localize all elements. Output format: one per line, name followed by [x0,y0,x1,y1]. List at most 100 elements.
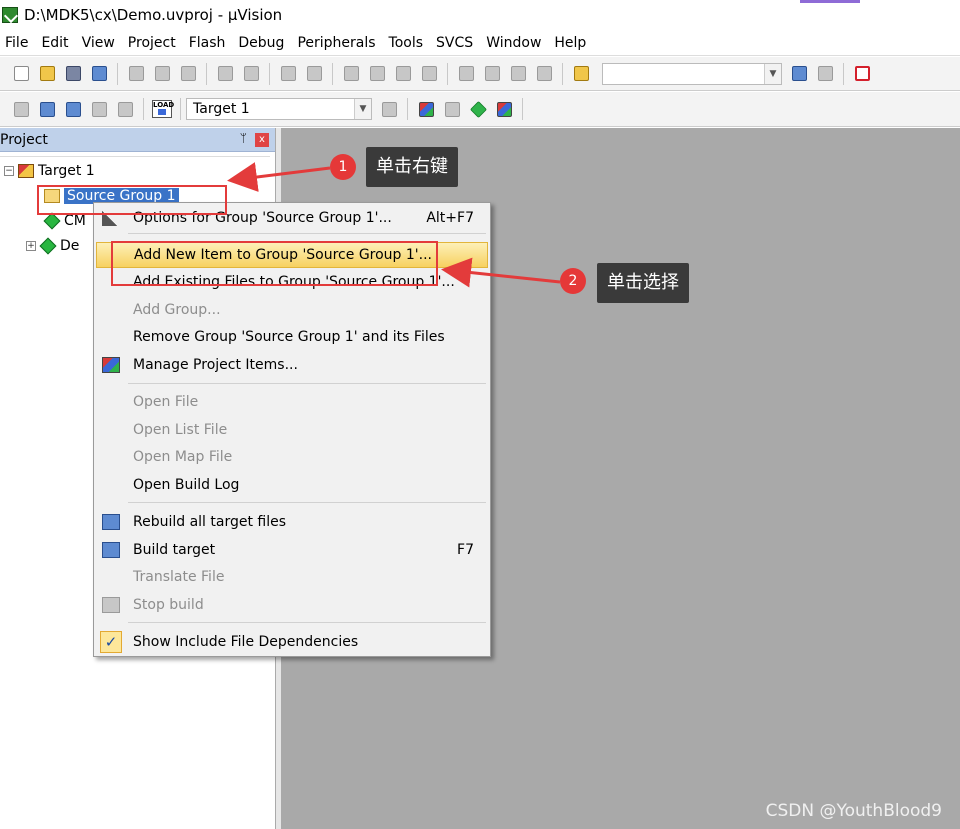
menu-project[interactable]: Project [123,35,184,51]
menu-tools[interactable]: Tools [384,35,432,51]
menu-file[interactable]: File [0,35,36,51]
indent-button[interactable] [455,63,477,85]
checkmark-icon: ✓ [100,631,124,655]
expand-icon[interactable]: + [26,241,36,251]
incremental-find-button[interactable] [814,63,836,85]
ctx-show-include-deps[interactable]: ✓ Show Include File Dependencies [96,629,488,655]
menu-separator [128,502,486,503]
save-icon [65,66,81,81]
uncomment-icon [536,66,552,81]
nav-forward-button[interactable] [303,63,325,85]
collapse-icon[interactable]: − [4,166,14,176]
toolbar-separator [269,62,270,85]
menu-edit[interactable]: Edit [36,35,76,51]
find-in-files-button[interactable] [570,63,592,85]
tree-item-cmsis-label: CM [64,213,86,229]
uncomment-button[interactable] [533,63,555,85]
tree-item-device-label: De [60,238,80,254]
manage-rte-button[interactable] [467,98,489,120]
target-options-button[interactable] [378,98,400,120]
paste-icon [180,66,196,81]
save-all-button[interactable] [88,63,110,85]
ctx-add-group[interactable]: Add Group... [96,297,488,323]
ctx-label: Open List File [133,422,228,438]
redo-icon [243,66,259,81]
menu-window[interactable]: Window [481,35,549,51]
green-diamond-icon [43,212,61,230]
ctx-translate-file[interactable]: Translate File [96,564,488,590]
translate-icon [13,101,29,117]
menu-peripherals[interactable]: Peripherals [292,35,383,51]
ctx-label: Stop build [133,597,204,613]
chevron-down-icon[interactable]: ▼ [764,63,781,84]
toolbar-separator [447,62,448,85]
batch-build-icon [91,101,107,117]
paste-button[interactable] [177,63,199,85]
copy-icon [154,66,170,81]
manage-project-items-button[interactable] [415,98,437,120]
packs-icon [444,101,460,117]
copy-button[interactable] [151,63,173,85]
chevron-down-icon[interactable]: ▼ [354,99,371,119]
title-bar: D:\MDK5\cx\Demo.uvproj - µVision [0,0,960,30]
ctx-open-list-file[interactable]: Open List File [96,417,488,443]
toolbar-separator [332,62,333,85]
find-button[interactable] [788,63,810,85]
save-button[interactable] [62,63,84,85]
cut-button[interactable] [125,63,147,85]
open-file-button[interactable] [36,63,58,85]
ctx-remove-group[interactable]: Remove Group 'Source Group 1' and its Fi… [96,324,488,350]
menu-view[interactable]: View [77,35,123,51]
menu-help[interactable]: Help [549,35,594,51]
step-badge-1: 1 [330,154,356,180]
ctx-label: Translate File [133,569,225,585]
debug-session-button[interactable] [851,63,873,85]
pack-installer-button[interactable] [493,98,515,120]
tree-item-target[interactable]: − Target 1 [4,160,95,182]
toolbar-separator [143,98,144,120]
ctx-open-map-file[interactable]: Open Map File [96,444,488,470]
unindent-button[interactable] [481,63,503,85]
load-button[interactable]: LOAD [151,98,174,120]
stop-build-button[interactable] [114,98,136,120]
redo-button[interactable] [240,63,262,85]
bookmark-prev-icon [369,66,385,81]
ctx-rebuild-all[interactable]: Rebuild all target files [96,509,488,535]
bookmark-clear-button[interactable] [418,63,440,85]
rebuild-button[interactable] [62,98,84,120]
ctx-label: Rebuild all target files [133,514,287,530]
ctx-label: Open Map File [133,449,233,465]
find-combo[interactable]: ▼ [602,62,782,85]
ctx-build-target[interactable]: Build target F7 [96,537,488,563]
menu-flash[interactable]: Flash [184,35,234,51]
build-button[interactable] [36,98,58,120]
nav-back-button[interactable] [277,63,299,85]
stop-build-icon [117,101,133,117]
new-file-button[interactable] [10,63,32,85]
menu-svcs[interactable]: SVCS [431,35,481,51]
batch-build-button[interactable] [88,98,110,120]
unindent-icon [484,66,500,81]
bookmark-button[interactable] [340,63,362,85]
close-icon[interactable]: x [255,133,269,147]
tree-item-device[interactable]: + De [26,235,79,257]
ctx-open-file[interactable]: Open File [96,389,488,415]
menu-debug[interactable]: Debug [233,35,292,51]
select-packs-button[interactable] [441,98,463,120]
ctx-open-build-log[interactable]: Open Build Log [96,472,488,498]
ctx-manage-project-items[interactable]: Manage Project Items... [96,352,488,378]
translate-button[interactable] [10,98,32,120]
pin-icon[interactable]: ᛘ [240,131,247,145]
target-select[interactable]: Target 1 ▼ [186,98,372,120]
rebuild-icon [102,514,120,530]
find-in-files-icon [573,66,589,81]
ctx-stop-build[interactable]: Stop build [96,592,488,618]
bookmark-next-button[interactable] [392,63,414,85]
bookmark-prev-button[interactable] [366,63,388,85]
pack-installer-icon [496,101,512,117]
target-select-value: Target 1 [193,101,250,117]
menu-separator [128,383,486,384]
undo-button[interactable] [214,63,236,85]
comment-button[interactable] [507,63,529,85]
toolbar-separator [407,98,408,120]
